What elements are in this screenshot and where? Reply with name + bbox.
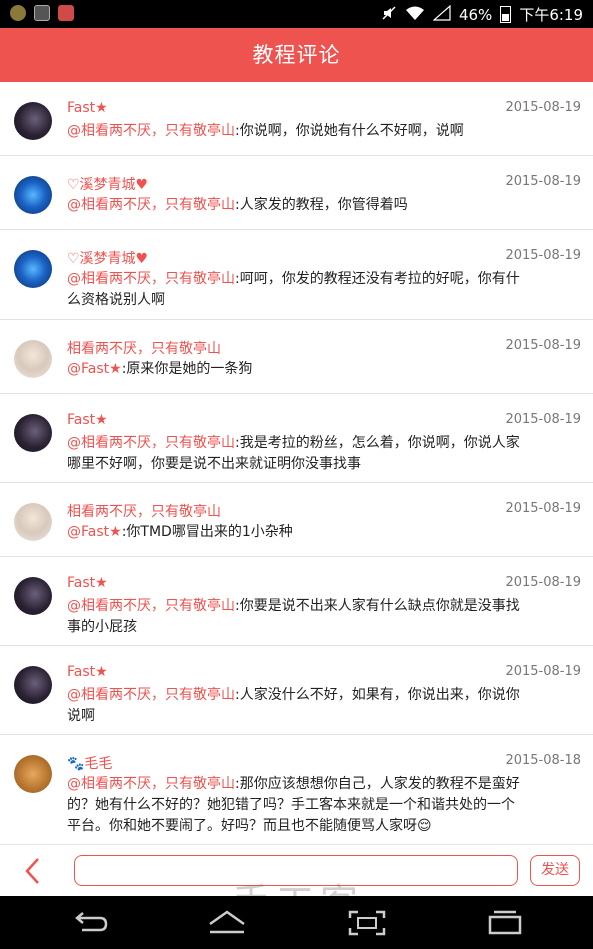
comment-mention[interactable]: @相看两不厌，只有敬亭山	[67, 271, 235, 287]
comment-mention[interactable]: @相看两不厌，只有敬亭山	[67, 687, 235, 703]
comment-mention[interactable]: @相看两不厌，只有敬亭山	[67, 123, 235, 139]
comment-body: @相看两不厌，只有敬亭山:那你应该想想你自己，人家发的教程不是蛮好的？她有什么不…	[67, 774, 528, 837]
comment-text: :你说啊，你说她有什么不好啊，说啊	[235, 123, 464, 139]
comment-date: 2015-08-19	[505, 100, 581, 115]
comment-mention[interactable]: @Fast★	[67, 524, 122, 540]
status-time: 下午6:19	[519, 6, 583, 24]
comment-body: @相看两不厌，只有敬亭山:你要是说不出来人家有什么缺点你就是没事找事的小屁孩	[67, 596, 528, 638]
comment-item[interactable]: Fast★ 2015-08-19 @相看两不厌，只有敬亭山:你说啊，你说她有什么…	[0, 82, 593, 156]
avatar[interactable]	[14, 577, 52, 615]
avatar[interactable]	[14, 755, 52, 793]
comment-item[interactable]: Fast★ 2015-08-19 @相看两不厌，只有敬亭山:人家没什么不好，如果…	[0, 646, 593, 735]
page-title: 教程评论	[0, 28, 593, 82]
battery-icon	[500, 6, 512, 23]
comment-text: :人家发的教程，你管得着吗	[235, 197, 408, 213]
comment-body: @Fast★:你TMD哪冒出来的1小杂种	[67, 522, 528, 543]
comment-body: @相看两不厌，只有敬亭山:你说啊，你说她有什么不好啊，说啊	[67, 121, 528, 142]
comment-author[interactable]: Fast★	[67, 100, 108, 116]
wifi-icon	[405, 5, 425, 25]
signal-icon	[432, 4, 451, 25]
app-icon-2	[58, 5, 74, 21]
notification-icons	[10, 5, 74, 21]
comment-author[interactable]: Fast★	[67, 412, 108, 428]
avatar[interactable]	[14, 176, 52, 214]
comment-author[interactable]: 相看两不厌，只有敬亭山	[67, 501, 221, 521]
comment-body: @相看两不厌，只有敬亭山:人家没什么不好，如果有，你说出来，你说你说啊	[67, 685, 528, 727]
comment-mention[interactable]: @相看两不厌，只有敬亭山	[67, 776, 235, 792]
comment-item[interactable]: ♡溪梦青城♥ 2015-08-19 @相看两不厌，只有敬亭山:呵呵，你发的教程还…	[0, 230, 593, 320]
comment-date: 2015-08-19	[505, 501, 581, 516]
comment-item[interactable]: Fast★ 2015-08-19 @相看两不厌，只有敬亭山:我是考拉的粉丝，怎么…	[0, 394, 593, 483]
nav-home-icon[interactable]	[206, 908, 248, 938]
app-icon-1	[10, 5, 26, 21]
comment-author[interactable]: 相看两不厌，只有敬亭山	[67, 338, 221, 358]
comment-body: @相看两不厌，只有敬亭山:我是考拉的粉丝，怎么着，你说啊，你说人家哪里不好啊，你…	[67, 433, 528, 475]
comment-author[interactable]: Fast★	[67, 575, 108, 591]
comment-date: 2015-08-19	[505, 174, 581, 189]
comment-text: :你TMD哪冒出来的1小杂种	[121, 524, 293, 540]
battery-percent: 46%	[458, 5, 493, 24]
avatar[interactable]	[14, 666, 52, 704]
comment-author[interactable]: Fast★	[67, 664, 108, 680]
comment-date: 2015-08-19	[505, 338, 581, 353]
comment-item[interactable]: 相看两不厌，只有敬亭山 2015-08-19 @Fast★:原来你是她的一条狗	[0, 320, 593, 394]
comment-body: @相看两不厌，只有敬亭山:人家发的教程，你管得着吗	[67, 195, 528, 216]
comment-item[interactable]: Fast★ 2015-08-19 @相看两不厌，只有敬亭山:你要是说不出来人家有…	[0, 557, 593, 646]
comment-input[interactable]	[74, 855, 518, 886]
comment-mention[interactable]: @相看两不厌，只有敬亭山	[67, 197, 235, 213]
comment-date: 2015-08-19	[505, 664, 581, 679]
avatar[interactable]	[14, 414, 52, 452]
mute-icon	[381, 5, 397, 25]
comment-mention[interactable]: @Fast★	[67, 361, 122, 377]
status-bar: 46% 下午6:19	[0, 0, 593, 28]
comment-body: @Fast★:原来你是她的一条狗	[67, 359, 528, 380]
nav-back-icon[interactable]	[68, 908, 110, 938]
comment-author[interactable]: ♡溪梦青城♥	[67, 174, 148, 194]
avatar[interactable]	[14, 503, 52, 541]
comment-date: 2015-08-19	[505, 412, 581, 427]
comment-date: 2015-08-18	[505, 753, 581, 768]
comment-list[interactable]: Fast★ 2015-08-19 @相看两不厌，只有敬亭山:你说啊，你说她有什么…	[0, 82, 593, 844]
nav-screenshot-icon[interactable]	[346, 908, 388, 938]
comment-date: 2015-08-19	[505, 575, 581, 590]
navigation-bar	[0, 896, 593, 949]
comment-date: 2015-08-19	[505, 248, 581, 263]
comment-mention[interactable]: @相看两不厌，只有敬亭山	[67, 598, 235, 614]
avatar[interactable]	[14, 250, 52, 288]
comment-item[interactable]: ♡溪梦青城♥ 2015-08-19 @相看两不厌，只有敬亭山:人家发的教程，你管…	[0, 156, 593, 230]
status-right: 46% 下午6:19	[381, 4, 583, 25]
avatar[interactable]	[14, 102, 52, 140]
comment-item[interactable]: 相看两不厌，只有敬亭山 2015-08-19 @Fast★:你TMD哪冒出来的1…	[0, 483, 593, 557]
comment-body: @相看两不厌，只有敬亭山:呵呵，你发的教程还没有考拉的好呢，你有什么资格说别人啊	[67, 269, 528, 311]
gallery-icon	[34, 5, 50, 21]
comment-text: :原来你是她的一条狗	[121, 361, 253, 377]
comment-input-bar: 发送	[0, 844, 593, 897]
avatar[interactable]	[14, 340, 52, 378]
comment-item[interactable]: 🐾毛毛 2015-08-18 @相看两不厌，只有敬亭山:那你应该想想你自己，人家…	[0, 735, 593, 844]
comment-mention[interactable]: @相看两不厌，只有敬亭山	[67, 435, 235, 451]
comment-author[interactable]: 🐾毛毛	[67, 753, 112, 773]
back-chevron-icon[interactable]	[22, 857, 44, 885]
send-button[interactable]: 发送	[530, 855, 580, 886]
comment-author[interactable]: ♡溪梦青城♥	[67, 248, 148, 268]
nav-recents-icon[interactable]	[484, 908, 526, 938]
